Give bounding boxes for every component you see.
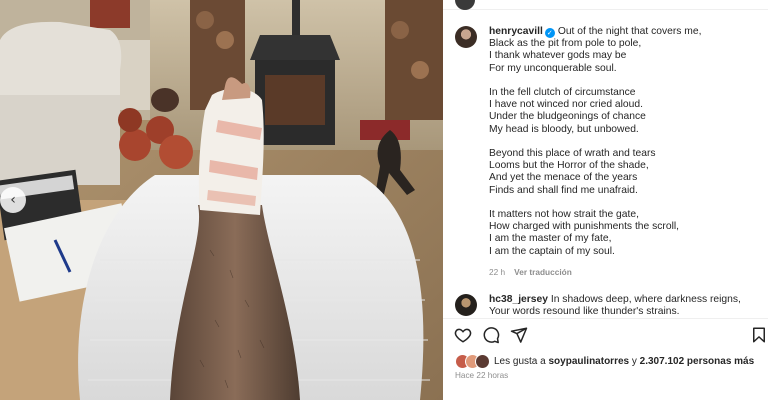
caption-line: Looms but the Horror of the shade, [489,160,649,172]
translate-link[interactable]: Ver traducción [514,267,572,277]
comment-text-line-2: Your words resound like thunder's strain… [489,306,680,318]
caption-line: Finds and shall find me unafraid. [489,184,638,196]
caption-line: I am the captain of my soul. [489,245,615,257]
caption-stanza-2: In the fell clutch of circumstance I hav… [489,87,764,136]
caption-line: Black as the pit from pole to pole, [489,38,642,50]
comment-username[interactable]: hc38_jersey [489,294,548,305]
share-icon [510,327,528,343]
likes-prefix: Les gusta a [494,355,546,367]
comment-text: In shadows deep, where darkness reigns, [550,294,741,305]
post-photo[interactable]: ‹ [0,0,443,400]
caption-line: How charged with punishments the scroll, [489,221,680,233]
verified-icon: ✓ [544,28,555,38]
like-button[interactable] [453,325,473,345]
caption-line: I am the master of my fate, [489,233,612,245]
caption-meta: 22 h Ver traducción [489,266,764,278]
caption-username[interactable]: henrycavill [489,26,543,37]
save-button[interactable] [750,325,768,345]
avatar[interactable] [455,26,477,48]
previous-photo-button[interactable]: ‹ [0,187,26,213]
caption-stanza-1: henrycavill ✓ Out of the night that covers… [489,26,764,75]
caption-line: My head is bloody, but unbowed. [489,123,639,135]
share-button[interactable] [509,325,529,345]
heart-icon [454,328,472,343]
caption-line: It matters not how strait the gate, [489,209,639,220]
caption-line: Under the bludgeonings of chance [489,111,646,123]
caption-line: In the fell clutch of circumstance [489,87,636,98]
post-age: 22 h [489,267,506,277]
caption-line: For my unconquerable soul. [489,62,617,74]
caption-line: Out of the night that covers me, [557,26,702,37]
header-avatar[interactable] [455,0,475,10]
caption-stanza-4: It matters not how strait the gate, How … [489,209,764,258]
likes-count[interactable]: 2.307.102 personas más [640,356,755,367]
caption-line: I thank whatever gods may be [489,50,627,62]
comment-icon [483,327,500,344]
liker-avatar [475,353,490,369]
photo-image [0,0,443,400]
likes-connector: y [631,355,637,367]
comment-button[interactable] [481,325,501,345]
post-timestamp: Hace 22 horas [455,371,509,380]
caption-line: Beyond this place of wrath and tears [489,148,656,159]
likes-user[interactable]: soypaulinatorres [549,356,630,367]
avatar[interactable] [455,294,477,316]
likes-summary: Les gusta a soypaulinatorres y 2.307.102… [455,353,754,369]
post-side-panel: henrycavill ✓ Out of the night that covers… [443,0,768,400]
caption-stanza-3: Beyond this place of wrath and tears Loo… [489,148,764,197]
chevron-left-icon: ‹ [10,192,16,208]
caption-line: I have not winced nor cried aloud. [489,99,643,111]
actions-divider [443,318,768,319]
post-header-strip [443,0,768,10]
bookmark-icon [753,327,765,343]
caption-line: And yet the menace of the years [489,172,638,184]
